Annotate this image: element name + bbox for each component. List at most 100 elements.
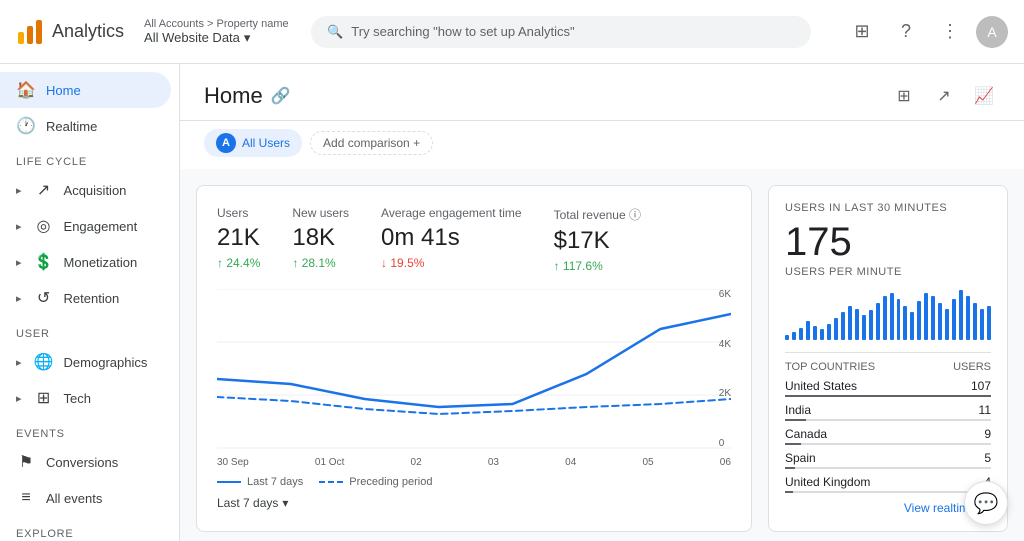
country-data: Spain 5 bbox=[785, 451, 991, 465]
country-row: United States 107 bbox=[785, 379, 991, 397]
realtime-bar bbox=[931, 296, 935, 340]
property-selector[interactable]: All Website Data ▾ bbox=[144, 30, 289, 46]
sidebar-item-retention[interactable]: ▸ ↺ Retention bbox=[0, 280, 171, 316]
metric-new-users: New users 18K ↑ 28.1% bbox=[292, 206, 349, 273]
layout: 🏠 Home 🕐 Realtime LIFE CYCLE ▸ ↗ Acquisi… bbox=[0, 64, 1024, 541]
chart-area: 6K 4K 2K 0 bbox=[217, 289, 731, 449]
comparison-bar: A All Users Add comparison + bbox=[180, 121, 1024, 169]
topbar-actions: ⊞ ? ⋮ A bbox=[844, 14, 1008, 50]
country-name: Canada bbox=[785, 427, 827, 441]
country-bar bbox=[785, 491, 991, 493]
help-icon[interactable]: ? bbox=[888, 14, 924, 50]
chat-bubble[interactable]: 💬 bbox=[964, 481, 1008, 525]
home-icon: 🏠 bbox=[16, 80, 36, 100]
sidebar-item-conversions[interactable]: ⚑ Conversions bbox=[0, 444, 171, 480]
realtime-bar bbox=[806, 321, 810, 340]
country-bar bbox=[785, 395, 991, 397]
view-realtime-link[interactable]: View realtime → bbox=[785, 501, 991, 515]
page-title: Home 🔗 bbox=[204, 83, 291, 109]
metric-new-users-value: 18K bbox=[292, 224, 349, 252]
search-placeholder: Try searching "how to set up Analytics" bbox=[351, 24, 574, 39]
search-bar[interactable]: 🔍 Try searching "how to set up Analytics… bbox=[311, 16, 811, 48]
metric-engagement-change: ↓ 19.5% bbox=[381, 256, 522, 270]
realtime-bar bbox=[848, 306, 852, 340]
chevron-down-icon: ▾ bbox=[282, 496, 288, 510]
legend-last7-line bbox=[217, 481, 241, 483]
metric-revenue-change: ↑ 117.6% bbox=[554, 259, 641, 273]
realtime-bar bbox=[876, 303, 880, 341]
sidebar-item-monetization[interactable]: ▸ 💲 Monetization bbox=[0, 244, 171, 280]
content-area: WHERE DO YOUR NEW USERS COME FROM? Users… bbox=[180, 169, 1024, 541]
realtime-count: 175 bbox=[785, 222, 991, 262]
chart-footer[interactable]: Last 7 days ▾ bbox=[217, 496, 731, 510]
sidebar-item-engagement[interactable]: ▸ ◎ Engagement bbox=[0, 208, 171, 244]
country-row: United Kingdom 4 bbox=[785, 475, 991, 493]
country-bar bbox=[785, 467, 991, 469]
country-users: 11 bbox=[979, 403, 991, 417]
help-icon[interactable]: ⓘ bbox=[629, 208, 641, 222]
y-axis-labels: 6K 4K 2K 0 bbox=[715, 289, 731, 449]
add-comparison-button[interactable]: Add comparison + bbox=[310, 131, 433, 155]
realtime-bar bbox=[987, 306, 991, 340]
acquisition-icon: ↗ bbox=[34, 180, 54, 200]
metric-revenue: Total revenue ⓘ $17K ↑ 117.6% bbox=[554, 206, 641, 273]
conversions-icon: ⚑ bbox=[16, 452, 36, 472]
customize-icon[interactable]: ⊞ bbox=[888, 80, 920, 112]
more-icon[interactable]: ⋮ bbox=[932, 14, 968, 50]
sidebar-item-tech[interactable]: ▸ ⊞ Tech bbox=[0, 380, 171, 416]
metric-users-label: Users bbox=[217, 206, 260, 220]
main-content: Home 🔗 ⊞ ↗ 📈 A All Users Add comparison … bbox=[180, 64, 1024, 541]
all-users-chip[interactable]: A All Users bbox=[204, 129, 302, 157]
events-section-label: EVENTS bbox=[0, 416, 179, 444]
tech-icon: ⊞ bbox=[34, 388, 54, 408]
chart-icon[interactable]: 📈 bbox=[968, 80, 1000, 112]
country-users: 9 bbox=[984, 427, 991, 441]
realtime-title: USERS IN LAST 30 MINUTES bbox=[785, 202, 991, 214]
realtime-bar bbox=[813, 326, 817, 340]
country-name: India bbox=[785, 403, 811, 417]
realtime-bar bbox=[945, 309, 949, 340]
grid-icon[interactable]: ⊞ bbox=[844, 14, 880, 50]
chip-letter: A bbox=[216, 133, 236, 153]
realtime-card: USERS IN LAST 30 MINUTES 175 USERS PER M… bbox=[768, 185, 1008, 532]
country-bar-fill bbox=[785, 419, 806, 421]
property-nav[interactable]: All Accounts > Property name All Website… bbox=[144, 18, 289, 46]
realtime-bars bbox=[785, 290, 991, 340]
realtime-bar bbox=[841, 312, 845, 340]
page-header-actions: ⊞ ↗ 📈 bbox=[888, 80, 1000, 112]
country-bar-fill bbox=[785, 443, 801, 445]
country-row: India 11 bbox=[785, 403, 991, 421]
sidebar-item-home[interactable]: 🏠 Home bbox=[0, 72, 171, 108]
cards-row: Users 21K ↑ 24.4% New users 18K ↑ 28.1% … bbox=[196, 185, 1008, 532]
realtime-bar bbox=[903, 306, 907, 340]
share-icon[interactable]: ↗ bbox=[928, 80, 960, 112]
country-bar bbox=[785, 443, 991, 445]
sidebar-item-acquisition[interactable]: ▸ ↗ Acquisition bbox=[0, 172, 171, 208]
sidebar-item-realtime[interactable]: 🕐 Realtime bbox=[0, 108, 171, 144]
country-name: United States bbox=[785, 379, 857, 393]
legend-preceding-line bbox=[319, 481, 343, 483]
sidebar-item-all-events[interactable]: ≡ All events bbox=[0, 480, 171, 516]
realtime-bar bbox=[792, 332, 796, 340]
avatar[interactable]: A bbox=[976, 16, 1008, 48]
page-header: Home 🔗 ⊞ ↗ 📈 bbox=[180, 64, 1024, 121]
sidebar-item-demographics[interactable]: ▸ 🌐 Demographics bbox=[0, 344, 171, 380]
country-row: Spain 5 bbox=[785, 451, 991, 469]
country-bar-fill bbox=[785, 491, 793, 493]
realtime-bar bbox=[820, 329, 824, 340]
realtime-bar bbox=[862, 315, 866, 340]
realtime-bar bbox=[869, 310, 873, 340]
chart-svg bbox=[217, 289, 731, 449]
chart-legend: Last 7 days Preceding period bbox=[217, 476, 731, 488]
realtime-bar bbox=[910, 312, 914, 340]
country-bar bbox=[785, 419, 991, 421]
app-logo: Analytics bbox=[16, 18, 124, 46]
main-chart-card: Users 21K ↑ 24.4% New users 18K ↑ 28.1% … bbox=[196, 185, 752, 532]
realtime-subtitle: USERS PER MINUTE bbox=[785, 266, 991, 278]
realtime-bar bbox=[973, 303, 977, 341]
page-title-edit-icon[interactable]: 🔗 bbox=[271, 86, 291, 106]
metric-new-users-label: New users bbox=[292, 206, 349, 220]
country-name: United Kingdom bbox=[785, 475, 870, 489]
all-events-icon: ≡ bbox=[16, 488, 36, 508]
country-data: United States 107 bbox=[785, 379, 991, 393]
